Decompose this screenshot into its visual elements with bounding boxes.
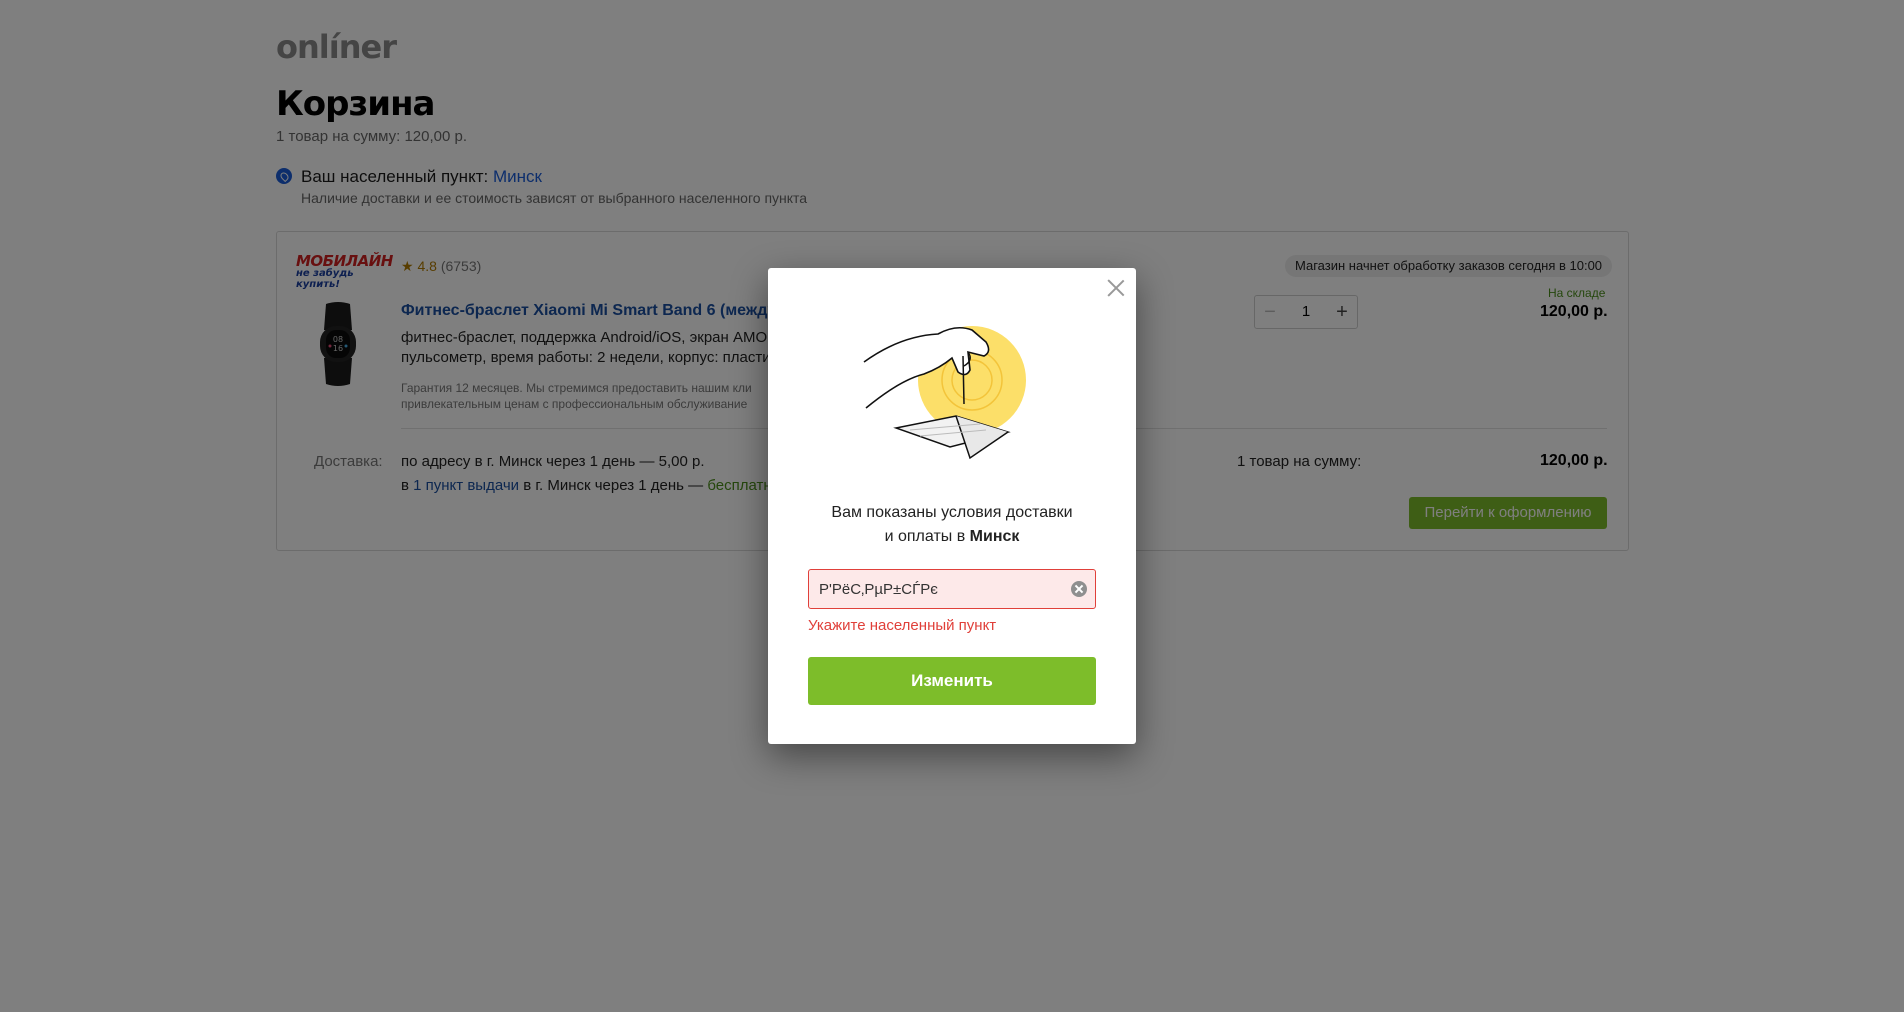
modal-message-line1: Вам показаны условия доставки bbox=[831, 504, 1073, 521]
modal-city: Минск bbox=[969, 528, 1020, 545]
close-icon[interactable] bbox=[1107, 279, 1125, 297]
modal-message-line2: и оплаты в Минск bbox=[768, 525, 1136, 549]
modal-message-prefix: и оплаты в bbox=[884, 528, 970, 545]
change-city-button[interactable]: Изменить bbox=[808, 657, 1096, 705]
city-error-message: Укажите населенный пункт bbox=[808, 617, 997, 634]
city-input-field bbox=[808, 569, 1096, 609]
clear-icon[interactable] bbox=[1071, 581, 1087, 597]
hand-map-illustration bbox=[863, 326, 1026, 460]
city-input[interactable] bbox=[819, 570, 1059, 608]
modal-message: Вам показаны условия доставки и оплаты в… bbox=[768, 501, 1136, 549]
cart-page: onlíner Корзина 1 товар на сумму: 120,00… bbox=[0, 0, 1904, 1012]
